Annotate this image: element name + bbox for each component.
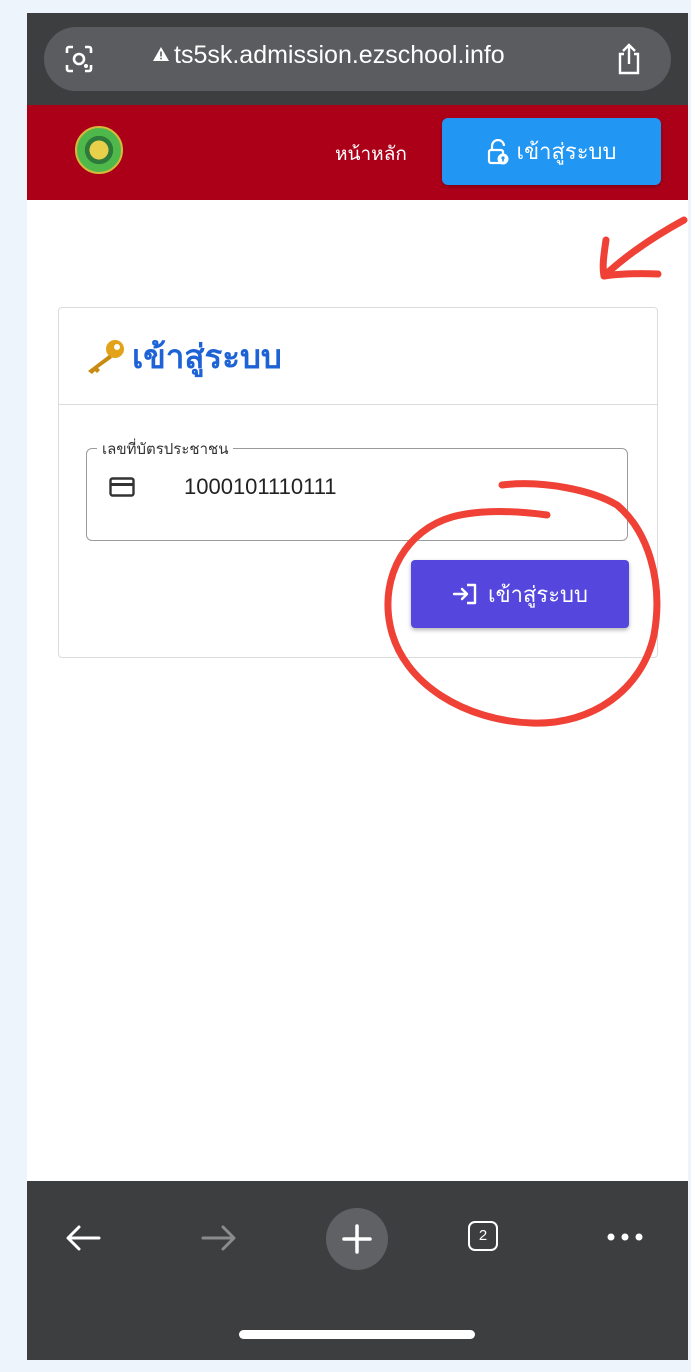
more-icon[interactable]	[605, 1231, 645, 1243]
annotation-circle	[384, 480, 661, 727]
header-login-button[interactable]: เข้าสู่ระบบ	[442, 118, 661, 185]
id-card-input[interactable]: 1000101110111	[184, 474, 337, 500]
tabs-icon[interactable]: 2	[468, 1221, 498, 1251]
annotation-arrow	[599, 216, 688, 280]
phone-screen: ts5sk.admission.ezschool.info หน้าหลัก เ…	[27, 13, 688, 1360]
warning-icon	[153, 47, 169, 61]
lens-icon[interactable]	[64, 44, 94, 74]
home-link[interactable]: หน้าหลัก	[335, 139, 407, 169]
login-card-header: เข้าสู่ระบบ	[59, 308, 657, 405]
url-text: ts5sk.admission.ezschool.info	[174, 41, 505, 69]
browser-bottom-bar: 2	[27, 1181, 688, 1360]
login-card-title: เข้าสู่ระบบ	[132, 336, 282, 376]
browser-top-bar: ts5sk.admission.ezschool.info	[27, 13, 688, 105]
site-header: หน้าหลัก เข้าสู่ระบบ	[27, 105, 688, 200]
url-display[interactable]: ts5sk.admission.ezschool.info	[152, 41, 505, 70]
school-logo[interactable]	[75, 126, 123, 174]
key-icon	[88, 340, 124, 374]
home-indicator	[239, 1330, 475, 1339]
share-icon[interactable]	[615, 43, 643, 75]
new-tab-button[interactable]	[326, 1208, 388, 1270]
header-login-label: เข้าสู่ระบบ	[516, 140, 617, 165]
id-card-field-label: เลขที่บัตรประชาชน	[97, 437, 234, 461]
credit-card-icon	[109, 477, 135, 497]
back-arrow-icon[interactable]	[63, 1223, 103, 1253]
plus-icon	[342, 1224, 372, 1254]
lock-icon	[487, 138, 509, 164]
forward-arrow-icon[interactable]	[199, 1223, 239, 1253]
address-bar[interactable]: ts5sk.admission.ezschool.info	[44, 27, 671, 91]
